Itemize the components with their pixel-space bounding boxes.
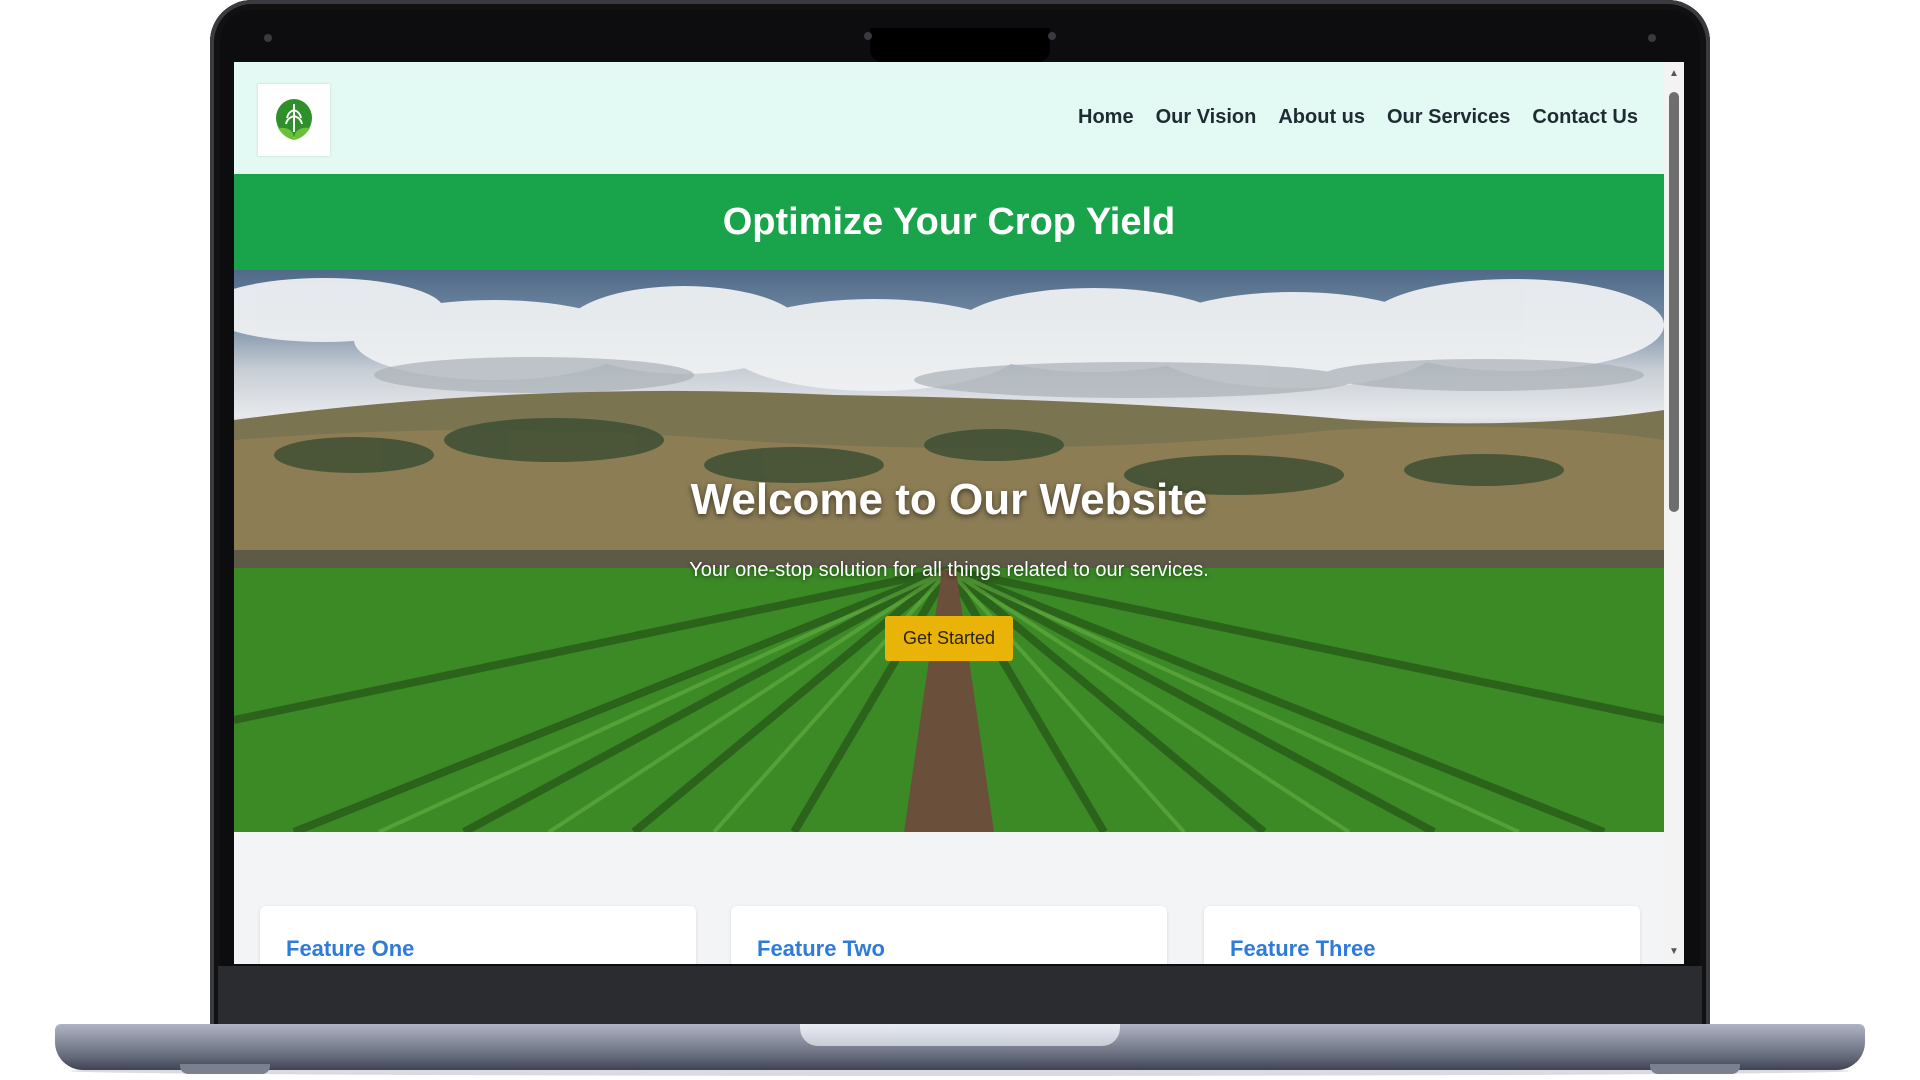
bezel-dot — [1048, 32, 1056, 40]
laptop-chin — [218, 966, 1702, 1026]
feature-card[interactable]: Feature Two — [731, 906, 1167, 964]
laptop-screen: Home Our Vision About us Our Services Co… — [234, 62, 1684, 964]
site-header: Home Our Vision About us Our Services Co… — [234, 62, 1664, 174]
feature-card-title: Feature Two — [757, 936, 885, 961]
website-page: Home Our Vision About us Our Services Co… — [234, 62, 1664, 964]
camera-notch — [870, 28, 1050, 62]
nav-our-vision[interactable]: Our Vision — [1156, 106, 1257, 129]
feature-card[interactable]: Feature One — [260, 906, 696, 964]
hero-section: Welcome to Our Website Your one-stop sol… — [234, 270, 1664, 832]
hero-content: Welcome to Our Website Your one-stop sol… — [234, 475, 1664, 661]
nav-contact-us[interactable]: Contact Us — [1532, 106, 1638, 129]
base-opening-lip — [800, 1024, 1120, 1046]
bezel-dot — [864, 32, 872, 40]
banner-title: Optimize Your Crop Yield — [722, 200, 1176, 243]
wheat-leaf-logo-icon — [276, 99, 312, 140]
laptop-foot — [1650, 1064, 1740, 1074]
scroll-thumb[interactable] — [1669, 92, 1679, 512]
nav-our-services[interactable]: Our Services — [1387, 106, 1510, 129]
bezel-dot — [1648, 34, 1656, 42]
bezel-dot — [264, 34, 272, 42]
hero-title: Welcome to Our Website — [690, 475, 1208, 524]
nav-home[interactable]: Home — [1078, 106, 1134, 129]
feature-card[interactable]: Feature Three — [1204, 906, 1640, 964]
main-nav: Home Our Vision About us Our Services Co… — [1078, 106, 1638, 129]
scroll-down-arrow-icon[interactable]: ▼ — [1668, 946, 1680, 958]
nav-about-us[interactable]: About us — [1278, 106, 1365, 129]
scroll-up-arrow-icon[interactable]: ▲ — [1668, 68, 1680, 80]
site-logo[interactable] — [258, 84, 330, 156]
get-started-button[interactable]: Get Started — [884, 616, 1014, 661]
feature-card-title: Feature Three — [1230, 936, 1376, 961]
feature-card-title: Feature One — [286, 936, 415, 961]
features-section: Feature One Feature Two Feature Three — [234, 832, 1664, 964]
hero-subtitle: Your one-stop solution for all things re… — [689, 559, 1209, 581]
laptop-foot — [180, 1064, 270, 1074]
vertical-scrollbar[interactable]: ▲ ▼ — [1664, 62, 1684, 964]
promo-banner: Optimize Your Crop Yield — [234, 174, 1664, 270]
